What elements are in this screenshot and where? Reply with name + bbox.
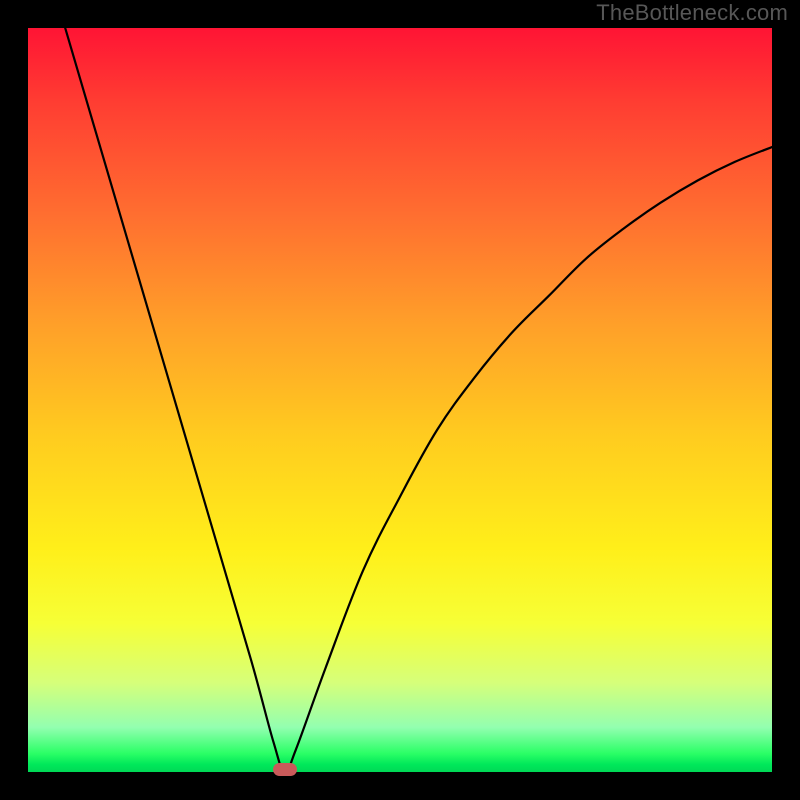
bottleneck-curve (28, 28, 772, 772)
chart-area (28, 28, 772, 772)
watermark-text: TheBottleneck.com (596, 0, 788, 26)
minimum-marker (273, 763, 297, 776)
